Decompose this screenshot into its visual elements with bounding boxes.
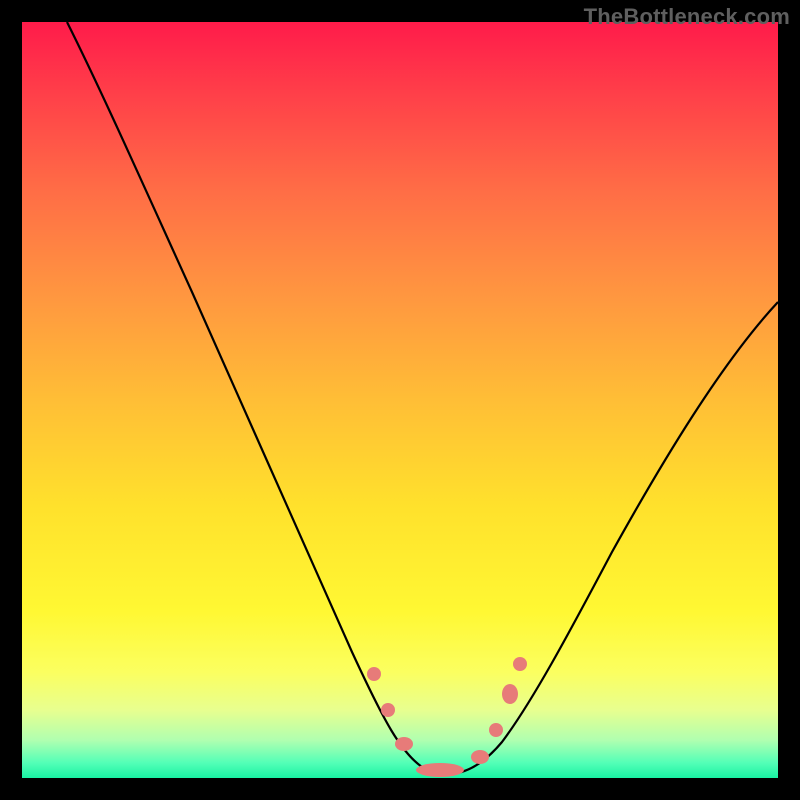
marker-dot — [416, 763, 464, 777]
marker-dot — [489, 723, 503, 737]
marker-dot — [367, 667, 381, 681]
bottleneck-curve-path — [67, 22, 778, 774]
curve-markers — [367, 657, 527, 777]
chart-area — [22, 22, 778, 778]
marker-dot — [513, 657, 527, 671]
marker-dot — [471, 750, 489, 764]
marker-dot — [502, 684, 518, 704]
marker-dot — [395, 737, 413, 751]
watermark-text: TheBottleneck.com — [584, 4, 790, 30]
bottleneck-curve-svg — [22, 22, 778, 778]
marker-dot — [381, 703, 395, 717]
